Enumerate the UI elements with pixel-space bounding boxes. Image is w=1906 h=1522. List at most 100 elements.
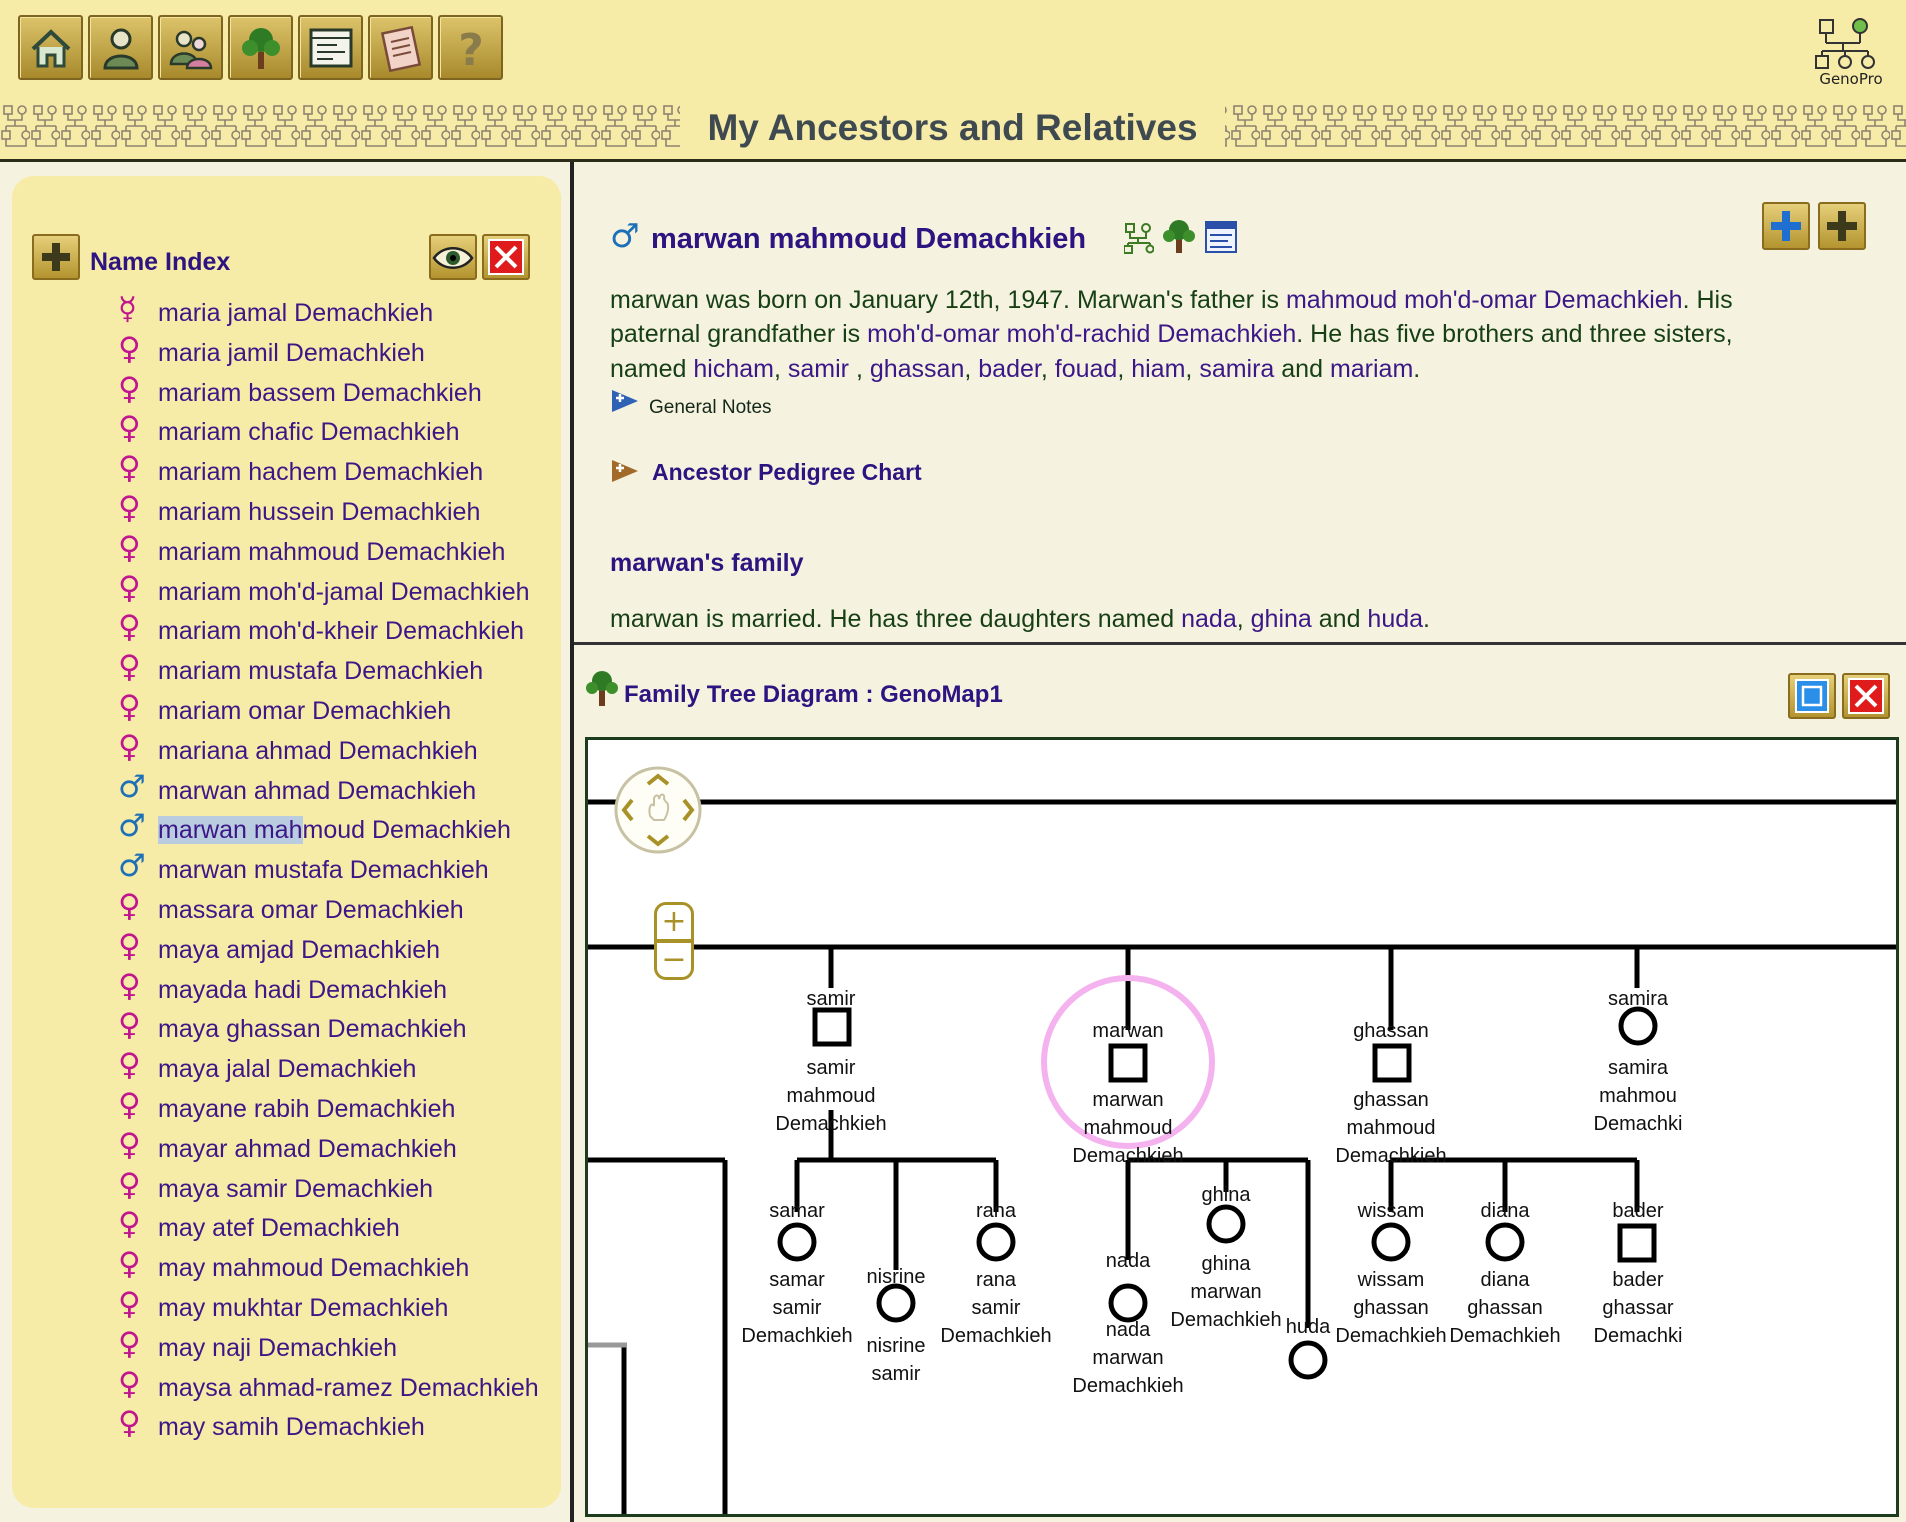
name-link[interactable]: mariam mustafa Demachkieh: [158, 651, 552, 691]
name-list-item[interactable]: ♀ maya jalal Demachkieh: [12, 1047, 552, 1089]
expand-section-button[interactable]: [1818, 202, 1866, 250]
name-link[interactable]: mayane rabih Demachkieh: [158, 1089, 552, 1129]
name-list-item[interactable]: ♀ may mukhtar Demachkieh: [12, 1286, 552, 1328]
person-circle-huda[interactable]: [1288, 1340, 1328, 1380]
name-list-item[interactable]: ♀ mariam hussein Demachkieh: [12, 490, 552, 532]
name-list-item[interactable]: ♀ mariam bassem Demachkieh: [12, 371, 552, 413]
name-list-item[interactable]: ♀ mariam omar Demachkieh: [12, 689, 552, 731]
name-list-item[interactable]: ♀ may samih Demachkieh: [12, 1405, 552, 1447]
name-list-item[interactable]: ♀ mariana ahmad Demachkieh: [12, 729, 552, 771]
person-circle-ghina[interactable]: [1206, 1204, 1246, 1244]
person-circle-wissam[interactable]: [1371, 1222, 1411, 1262]
close-tree-button[interactable]: [1842, 673, 1890, 719]
daughter-link-ghina[interactable]: ghina: [1251, 605, 1312, 633]
name-list-item[interactable]: ♀ mariam chafic Demachkieh: [12, 410, 552, 452]
person-circle-samar[interactable]: [777, 1222, 817, 1262]
name-link[interactable]: mayada hadi Demachkieh: [158, 970, 552, 1010]
name-list-item[interactable]: ☿ maria jamal Demachkieh: [12, 293, 552, 333]
name-list-item[interactable]: ♀ mayane rabih Demachkieh: [12, 1087, 552, 1129]
ancestor-pedigree-chart-link[interactable]: Ancestor Pedigree Chart: [652, 459, 922, 486]
person-button[interactable]: [88, 15, 153, 80]
family-button[interactable]: [158, 15, 223, 80]
sibling-link-samir[interactable]: samir: [788, 355, 849, 383]
name-link[interactable]: mariam bassem Demachkieh: [158, 373, 552, 413]
grandfather-link[interactable]: moh'd-omar moh'd-rachid Demachkieh: [867, 320, 1296, 348]
name-link[interactable]: mayar ahmad Demachkieh: [158, 1129, 552, 1169]
daughter-link-nada[interactable]: nada: [1181, 605, 1237, 633]
name-link[interactable]: may mukhtar Demachkieh: [158, 1288, 552, 1328]
name-link[interactable]: mariam hussein Demachkieh: [158, 492, 552, 532]
name-list-item[interactable]: ♀ maysa ahmad-ramez Demachkieh: [12, 1366, 552, 1408]
selected-name-link[interactable]: marwan mahmoud Demachkieh: [158, 810, 552, 850]
name-link[interactable]: may atef Demachkieh: [158, 1208, 552, 1248]
name-list-item[interactable]: ♀ mariam mustafa Demachkieh: [12, 649, 552, 691]
general-notes-label[interactable]: General Notes: [649, 397, 772, 419]
tree-button[interactable]: [228, 15, 293, 80]
name-link[interactable]: marwan ahmad Demachkieh: [158, 771, 552, 811]
name-list-item[interactable]: ♀ mariam hachem Demachkieh: [12, 450, 552, 492]
name-list-item[interactable]: ♀ mayar ahmad Demachkieh: [12, 1127, 552, 1169]
name-list-item[interactable]: ♀ may atef Demachkieh: [12, 1206, 552, 1248]
name-list-item[interactable]: ♀ mayada hadi Demachkieh: [12, 968, 552, 1010]
pedigree-icon[interactable]: [1124, 222, 1154, 254]
person-circle-nada[interactable]: [1108, 1283, 1148, 1323]
expand-all-button[interactable]: [1762, 202, 1810, 250]
father-link[interactable]: mahmoud moh'd-omar Demachkieh: [1286, 286, 1683, 314]
name-link[interactable]: mariam mahmoud Demachkieh: [158, 532, 552, 572]
notes-button[interactable]: [368, 15, 433, 80]
name-list-item[interactable]: ♀ mariam moh'd-jamal Demachkieh: [12, 570, 552, 612]
name-link[interactable]: maria jamal Demachkieh: [158, 293, 552, 333]
zoom-in-button[interactable]: +: [654, 902, 694, 942]
name-link[interactable]: mariam moh'd-jamal Demachkieh: [158, 572, 552, 612]
name-list-item[interactable]: ♀ massara omar Demachkieh: [12, 888, 552, 930]
name-list-item[interactable]: ♀ maya ghassan Demachkieh: [12, 1007, 552, 1049]
person-box-marwan[interactable]: [1108, 1043, 1148, 1083]
name-link[interactable]: mariam moh'd-kheir Demachkieh: [158, 611, 552, 651]
toggle-view-button[interactable]: [429, 234, 477, 280]
name-link[interactable]: mariam chafic Demachkieh: [158, 412, 552, 452]
maximize-tree-button[interactable]: [1788, 673, 1836, 719]
name-link[interactable]: maya ghassan Demachkieh: [158, 1009, 552, 1049]
person-circle-diana[interactable]: [1485, 1222, 1525, 1262]
name-link[interactable]: maya samir Demachkieh: [158, 1169, 552, 1209]
person-box-bader[interactable]: [1617, 1223, 1657, 1263]
name-link[interactable]: may naji Demachkieh: [158, 1328, 552, 1368]
name-link[interactable]: mariam hachem Demachkieh: [158, 452, 552, 492]
close-name-index-button[interactable]: [482, 234, 530, 280]
name-link[interactable]: mariana ahmad Demachkieh: [158, 731, 552, 771]
name-list-item[interactable]: ♀ may mahmoud Demachkieh: [12, 1246, 552, 1288]
expand-name-index-button[interactable]: [32, 234, 80, 280]
zoom-out-button[interactable]: −: [654, 940, 694, 980]
name-link[interactable]: massara omar Demachkieh: [158, 890, 552, 930]
name-link[interactable]: maria jamil Demachkieh: [158, 333, 552, 373]
person-circle-samira[interactable]: [1618, 1006, 1658, 1046]
sibling-link-bader[interactable]: bader: [978, 355, 1041, 383]
name-link[interactable]: maya amjad Demachkieh: [158, 930, 552, 970]
name-link[interactable]: marwan mustafa Demachkieh: [158, 850, 552, 890]
name-link[interactable]: mariam omar Demachkieh: [158, 691, 552, 731]
name-list-item[interactable]: ♀ maya samir Demachkieh: [12, 1167, 552, 1209]
home-button[interactable]: [18, 15, 83, 80]
tree-link-icon[interactable]: [1162, 218, 1196, 254]
notes-toggle-icon[interactable]: [610, 388, 640, 414]
sibling-link-fouad[interactable]: fouad: [1055, 355, 1118, 383]
name-list-item[interactable]: ♀ maya amjad Demachkieh: [12, 928, 552, 970]
sibling-link-ghassan[interactable]: ghassan: [870, 355, 965, 383]
name-list-item[interactable]: ♂ marwan ahmad Demachkieh: [12, 769, 552, 811]
sibling-link-hiam[interactable]: hiam: [1131, 355, 1185, 383]
name-list-item[interactable]: ♂ marwan mahmoud Demachkieh: [12, 808, 552, 850]
name-link[interactable]: maysa ahmad-ramez Demachkieh: [158, 1368, 552, 1408]
name-list-item[interactable]: ♀ may naji Demachkieh: [12, 1326, 552, 1368]
tree-canvas[interactable]: + − samir samir mahmoud Demachkieh marwan mar…: [585, 737, 1899, 1517]
name-link[interactable]: may mahmoud Demachkieh: [158, 1248, 552, 1288]
pan-control[interactable]: [610, 762, 706, 858]
name-list-item[interactable]: ♂ marwan mustafa Demachkieh: [12, 848, 552, 890]
report-link-icon[interactable]: [1204, 220, 1238, 254]
daughter-link-huda[interactable]: huda: [1367, 605, 1423, 633]
person-box-ghassan[interactable]: [1372, 1043, 1412, 1083]
sibling-link-mariam[interactable]: mariam: [1330, 355, 1413, 383]
name-list-item[interactable]: ♀ mariam moh'd-kheir Demachkieh: [12, 609, 552, 651]
name-list-item[interactable]: ♀ maria jamil Demachkieh: [12, 331, 552, 373]
name-list-item[interactable]: ♀ mariam mahmoud Demachkieh: [12, 530, 552, 572]
person-box-samir[interactable]: [812, 1007, 852, 1047]
